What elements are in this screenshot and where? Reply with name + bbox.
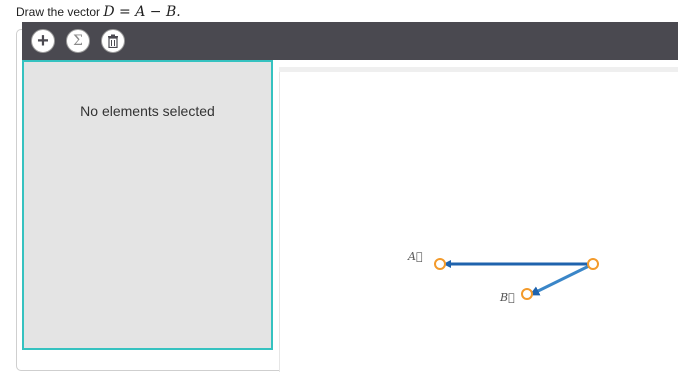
vector-tail-handle[interactable] xyxy=(587,258,599,270)
vector-b-head-handle[interactable] xyxy=(521,288,533,300)
vector-a-head-handle[interactable] xyxy=(434,258,446,270)
question-prompt: Draw the vector D = A − B. xyxy=(16,4,181,20)
drawing-toolbar: + Σ xyxy=(22,22,678,60)
prompt-text: Draw the vector xyxy=(16,5,101,19)
drawing-canvas[interactable]: A⃗ B⃗ xyxy=(279,72,678,372)
prompt-equation: D = A − B. xyxy=(103,4,181,20)
trash-icon xyxy=(108,34,118,48)
vector-diagram xyxy=(434,258,599,300)
sum-button[interactable]: Σ xyxy=(66,29,90,53)
vector-a-label: A⃗ xyxy=(408,250,423,263)
plus-icon: + xyxy=(37,30,49,52)
add-button[interactable]: + xyxy=(31,29,55,53)
vector-b-label: B⃗ xyxy=(500,291,515,304)
no-selection-message: No elements selected xyxy=(80,103,215,119)
properties-panel: No elements selected xyxy=(22,60,273,350)
delete-button[interactable] xyxy=(101,29,125,53)
sigma-icon: Σ xyxy=(73,33,83,49)
vector-b-line[interactable] xyxy=(529,262,594,296)
